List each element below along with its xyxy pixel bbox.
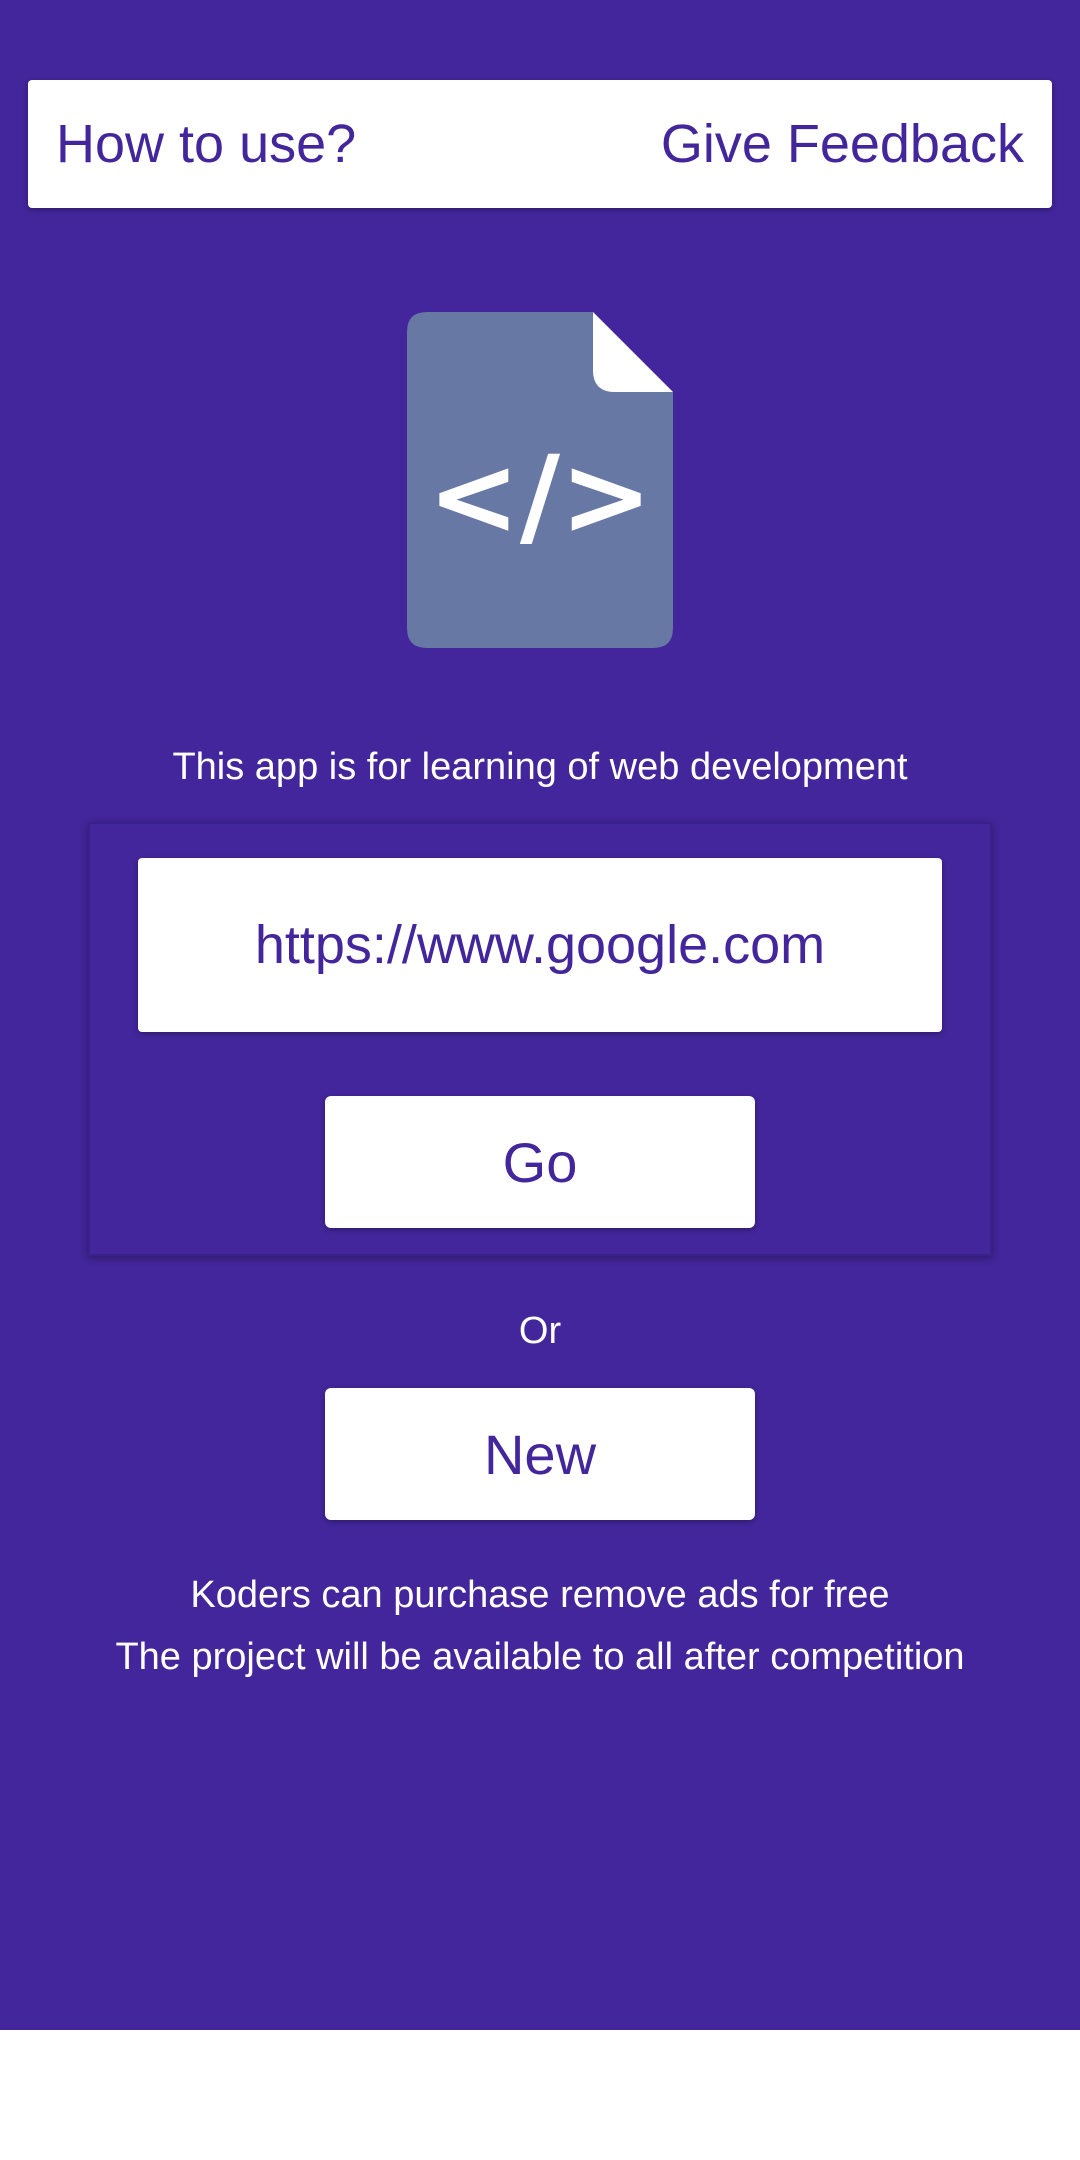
footer-line-2: The project will be available to all aft… xyxy=(115,1636,965,1678)
how-to-use-link[interactable]: How to use? xyxy=(56,117,356,171)
url-input[interactable]: https://www.google.com xyxy=(138,858,942,1032)
code-glyph: </> xyxy=(428,432,653,560)
top-links-card: How to use? Give Feedback xyxy=(28,80,1052,208)
or-separator: Or xyxy=(518,1310,562,1352)
give-feedback-link[interactable]: Give Feedback xyxy=(661,117,1024,171)
app-screen: How to use? Give Feedback </> This app i… xyxy=(0,0,1080,2030)
new-button[interactable]: New xyxy=(325,1388,755,1520)
footer-line-1: Koders can purchase remove ads for free xyxy=(190,1574,890,1616)
intro-text: This app is for learning of web developm… xyxy=(172,746,908,788)
go-button[interactable]: Go xyxy=(325,1096,755,1228)
code-file-icon: </> xyxy=(407,312,673,648)
